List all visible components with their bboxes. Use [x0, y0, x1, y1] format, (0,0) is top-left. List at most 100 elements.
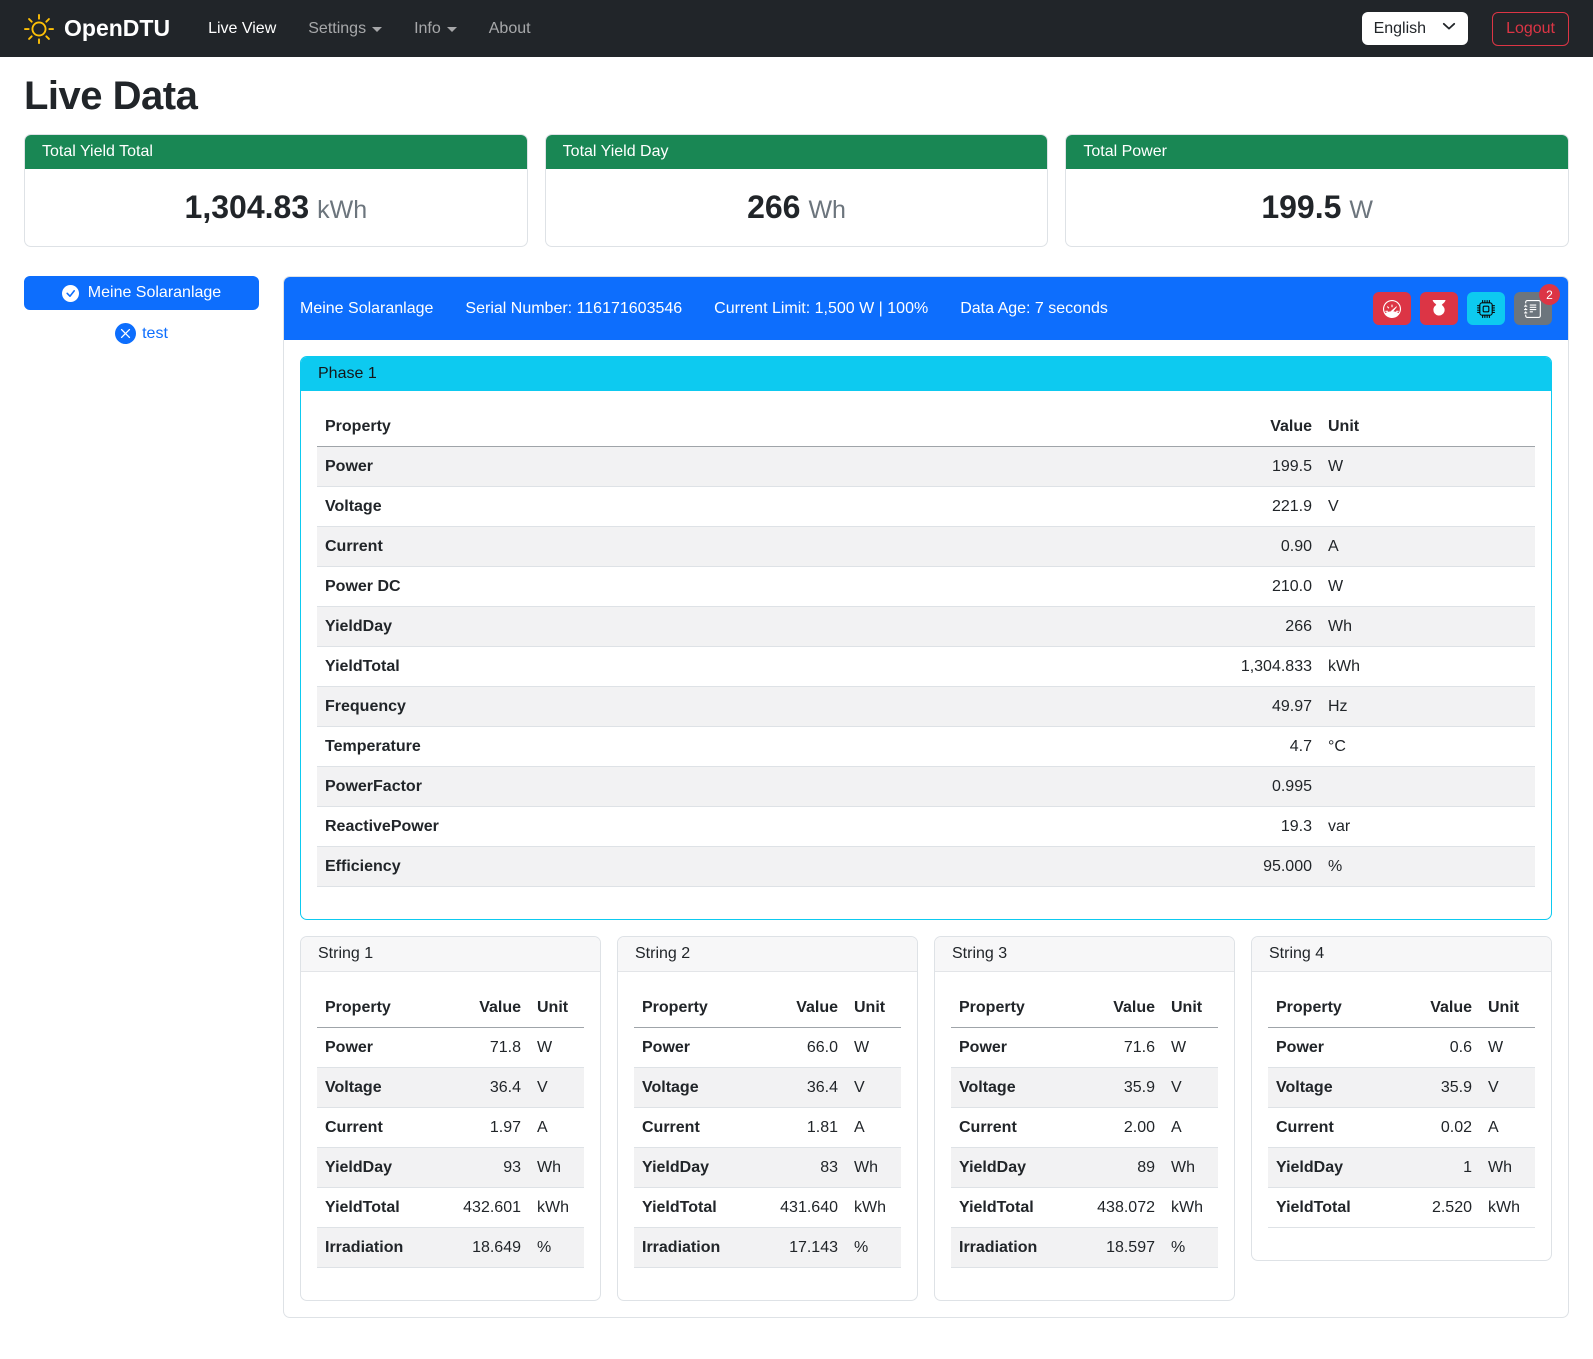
- language-select[interactable]: English: [1362, 12, 1468, 45]
- table-row: YieldDay93Wh: [317, 1148, 584, 1188]
- table-header-row: Property Value Unit: [317, 407, 1535, 447]
- event-log-button[interactable]: 2: [1514, 292, 1552, 325]
- nav-link-live-view[interactable]: Live View: [196, 12, 288, 46]
- column-unit: Unit: [846, 988, 901, 1028]
- unit-cell: V: [1480, 1068, 1535, 1108]
- nav-link-info[interactable]: Info: [402, 12, 469, 46]
- unit-cell: kWh: [1320, 647, 1535, 687]
- property-cell: Voltage: [634, 1068, 756, 1108]
- property-cell: Voltage: [317, 1068, 439, 1108]
- unit-cell: W: [1480, 1028, 1535, 1068]
- property-cell: Irradiation: [317, 1228, 439, 1268]
- table-header-row: Property Value Unit: [634, 988, 901, 1028]
- table-row: ReactivePower19.3var: [317, 807, 1535, 847]
- column-property: Property: [1268, 988, 1390, 1028]
- unit-cell: %: [1163, 1228, 1218, 1268]
- nav-link-about[interactable]: About: [477, 12, 543, 46]
- property-cell: YieldTotal: [634, 1188, 756, 1228]
- property-cell: YieldTotal: [1268, 1188, 1390, 1228]
- table-row: PowerFactor0.995: [317, 767, 1535, 807]
- value-cell: 1.97: [439, 1108, 529, 1148]
- table-row: Power0.6W: [1268, 1028, 1535, 1068]
- brand[interactable]: OpenDTU: [24, 14, 170, 44]
- unit-cell: A: [1320, 527, 1535, 567]
- value-cell: 0.02: [1390, 1108, 1480, 1148]
- table-row: YieldDay89Wh: [951, 1148, 1218, 1188]
- value-cell: 49.97: [1185, 687, 1320, 727]
- table-row: Power DC210.0W: [317, 567, 1535, 607]
- property-cell: Current: [317, 527, 1185, 567]
- column-value: Value: [1390, 988, 1480, 1028]
- summary-cards-row: Total Yield Total 1,304.83kWh Total Yiel…: [24, 134, 1569, 247]
- table-row: Current0.02A: [1268, 1108, 1535, 1148]
- column-property: Property: [317, 407, 1185, 447]
- unit-cell: Wh: [1163, 1148, 1218, 1188]
- unit-cell: W: [529, 1028, 584, 1068]
- unit-cell: Hz: [1320, 687, 1535, 727]
- property-cell: Power: [1268, 1028, 1390, 1068]
- table-row: YieldDay83Wh: [634, 1148, 901, 1188]
- value-cell: 17.143: [756, 1228, 846, 1268]
- nav-link-settings[interactable]: Settings: [296, 12, 394, 46]
- unit-cell: kWh: [529, 1188, 584, 1228]
- phase-1-card: Phase 1 Property Value Unit P: [300, 356, 1552, 920]
- value-cell: 66.0: [756, 1028, 846, 1068]
- unit-cell: %: [529, 1228, 584, 1268]
- value-cell: 199.5: [1185, 447, 1320, 487]
- table-row: Current0.90A: [317, 527, 1535, 567]
- unit-cell: kWh: [1480, 1188, 1535, 1228]
- value-cell: 0.90: [1185, 527, 1320, 567]
- column-value: Value: [439, 988, 529, 1028]
- unit-cell: V: [1163, 1068, 1218, 1108]
- property-cell: YieldDay: [317, 607, 1185, 647]
- strings-row: String 1 Property Value Unit: [300, 936, 1552, 1301]
- property-cell: YieldTotal: [317, 1188, 439, 1228]
- nav-link-label: About: [489, 20, 531, 38]
- unit-cell: var: [1320, 807, 1535, 847]
- unit-cell: [1320, 767, 1535, 807]
- property-cell: PowerFactor: [317, 767, 1185, 807]
- value-cell: 36.4: [756, 1068, 846, 1108]
- sun-icon: [24, 14, 54, 44]
- data-age: Data Age: 7 seconds: [960, 300, 1108, 318]
- firmware-info-button[interactable]: [1467, 292, 1505, 325]
- limit-settings-button[interactable]: [1373, 292, 1411, 325]
- value-cell: 93: [439, 1148, 529, 1188]
- navbar: OpenDTU Live View Settings Info About En…: [0, 0, 1593, 57]
- inverter-test-link[interactable]: test: [24, 323, 259, 344]
- logout-button[interactable]: Logout: [1492, 12, 1569, 46]
- property-cell: Power: [951, 1028, 1073, 1068]
- inverter-select-button[interactable]: Meine Solaranlage: [24, 276, 259, 310]
- total-yield-total-card: Total Yield Total 1,304.83kWh: [24, 134, 528, 247]
- cpu-icon: [1477, 300, 1495, 318]
- property-cell: Power: [634, 1028, 756, 1068]
- property-cell: YieldDay: [1268, 1148, 1390, 1188]
- chevron-down-icon: [447, 27, 457, 32]
- power-button[interactable]: [1420, 292, 1458, 325]
- value-cell: 221.9: [1185, 487, 1320, 527]
- card-value: 266: [747, 189, 800, 225]
- property-cell: Current: [1268, 1108, 1390, 1148]
- x-circle-icon: [115, 323, 136, 344]
- string-3-card: String 3 Property Value Unit: [934, 936, 1235, 1301]
- table-row: Temperature4.7°C: [317, 727, 1535, 767]
- property-cell: ReactivePower: [317, 807, 1185, 847]
- property-cell: Power: [317, 447, 1185, 487]
- unit-cell: Wh: [846, 1148, 901, 1188]
- nav-link-label: Live View: [208, 20, 276, 38]
- table-row: Voltage221.9V: [317, 487, 1535, 527]
- serial-number: Serial Number: 116171603546: [465, 300, 682, 318]
- unit-cell: °C: [1320, 727, 1535, 767]
- column-property: Property: [317, 988, 439, 1028]
- value-cell: 71.6: [1073, 1028, 1163, 1068]
- column-value: Value: [1073, 988, 1163, 1028]
- value-cell: 36.4: [439, 1068, 529, 1108]
- table-row: Voltage35.9V: [951, 1068, 1218, 1108]
- table-row: Voltage36.4V: [634, 1068, 901, 1108]
- nav-link-label: Info: [414, 20, 441, 38]
- string-title: String 3: [935, 937, 1234, 972]
- unit-cell: kWh: [1163, 1188, 1218, 1228]
- event-count-badge: 2: [1539, 284, 1560, 305]
- value-cell: 35.9: [1073, 1068, 1163, 1108]
- column-unit: Unit: [1320, 407, 1535, 447]
